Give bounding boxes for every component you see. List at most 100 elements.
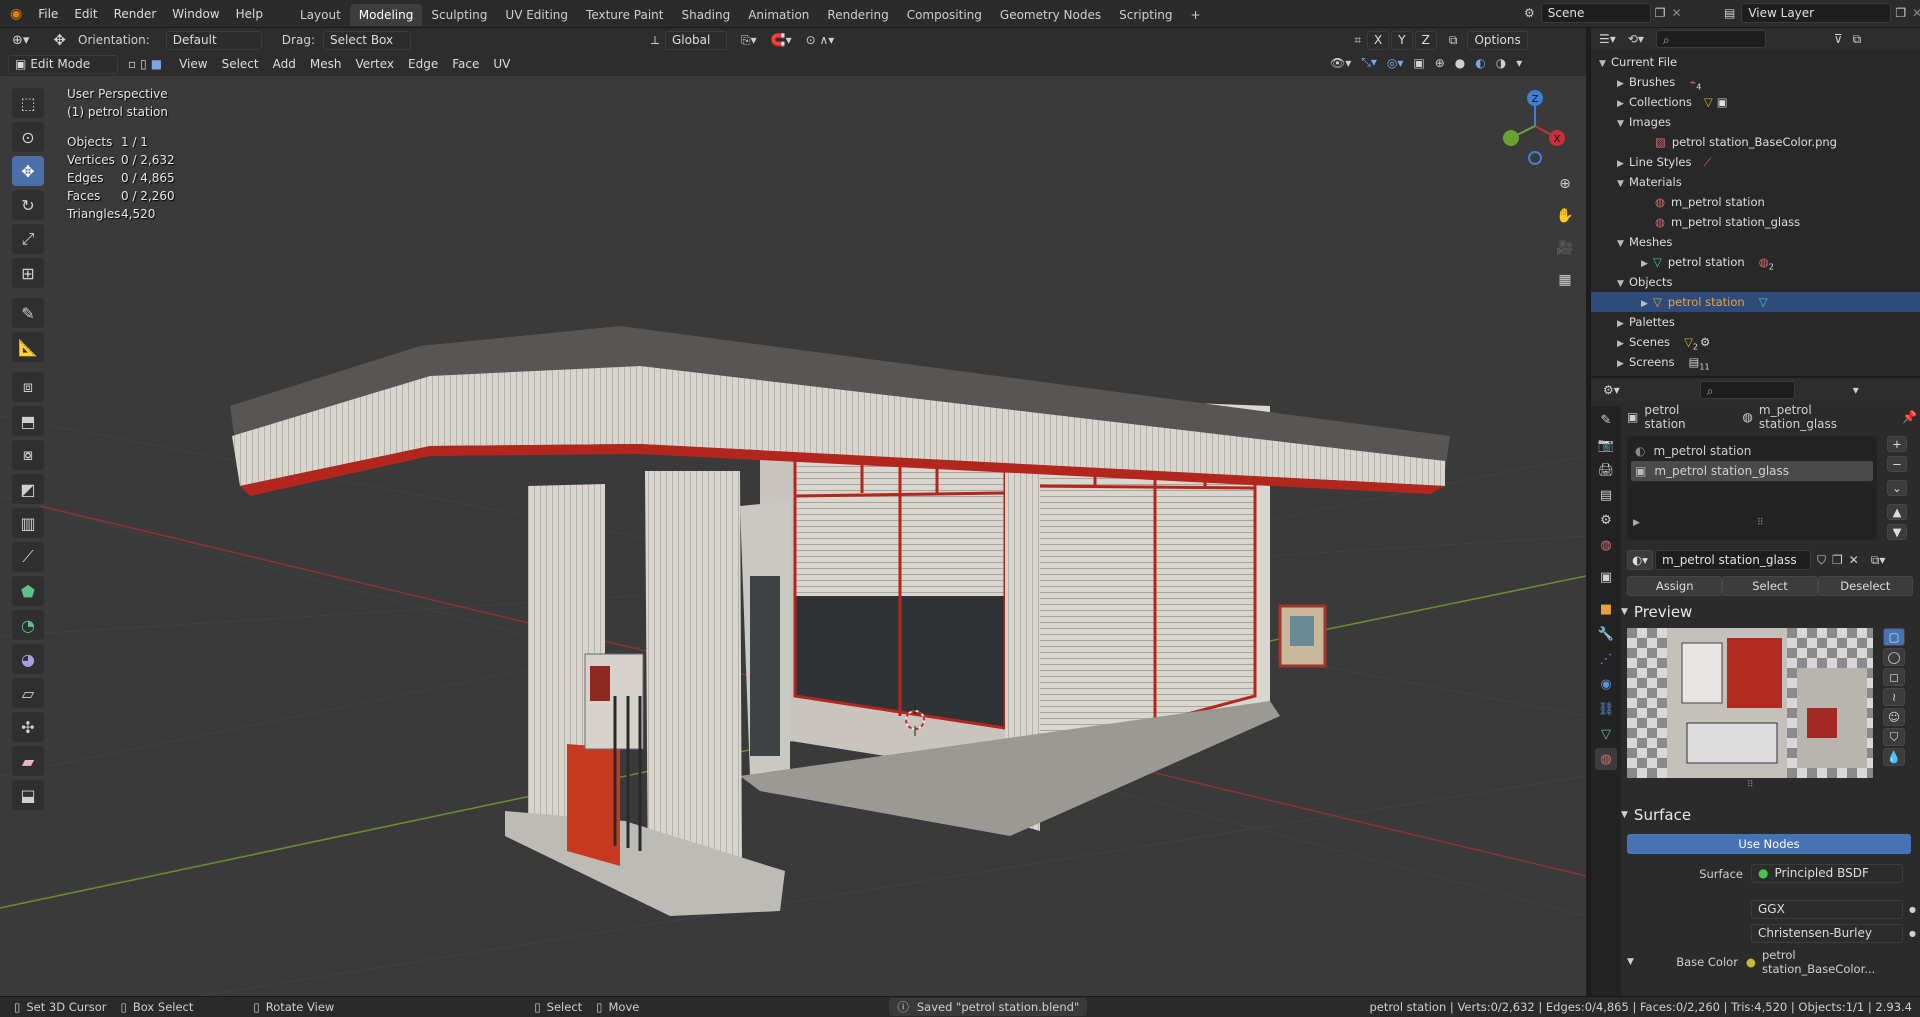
distribution-dropdown[interactable]: GGX xyxy=(1751,900,1903,919)
rotate-tool-icon[interactable]: ↻ xyxy=(12,190,44,220)
expand-right-icon[interactable]: ▶ xyxy=(1641,254,1653,274)
expand-down-icon[interactable]: ▼ xyxy=(1599,54,1611,74)
outliner-row-object-selected[interactable]: ▶ ▽ petrol station ▽ xyxy=(1591,292,1920,312)
expand-down-icon[interactable]: ▼ xyxy=(1627,957,1634,967)
add-workspace-button[interactable]: + xyxy=(1182,4,1210,26)
viewport-scene[interactable] xyxy=(0,76,1586,996)
deselect-button[interactable]: Deselect xyxy=(1817,576,1913,596)
slot-menu-icon[interactable]: ⌄ xyxy=(1887,480,1907,496)
tab-geometry-nodes[interactable]: Geometry Nodes xyxy=(991,4,1110,26)
tab-animation[interactable]: Animation xyxy=(739,4,818,26)
outliner-row-line-styles[interactable]: ▶ Line Styles ⟋ xyxy=(1599,152,1920,172)
menu-uv[interactable]: UV xyxy=(486,57,517,71)
outliner-row-material[interactable]: ◍ m_petrol station_glass xyxy=(1599,212,1920,232)
move-up-icon[interactable]: ▲ xyxy=(1887,504,1907,520)
preview-cube-icon[interactable]: ◻ xyxy=(1883,668,1905,686)
menu-edge[interactable]: Edge xyxy=(401,57,445,71)
mode-dropdown[interactable]: ▣ Edit Mode xyxy=(8,54,118,74)
expand-right-icon[interactable]: ▶ xyxy=(1617,354,1629,374)
axis-x-toggle[interactable]: X xyxy=(1367,30,1390,50)
expand-right-icon[interactable]: ▶ xyxy=(1641,294,1653,314)
edge-select-mode-icon[interactable]: ▯ xyxy=(140,57,147,71)
shading-material-icon[interactable]: ◐ xyxy=(1475,56,1485,70)
pan-hand-icon[interactable]: ✋ xyxy=(1552,203,1578,229)
expand-right-icon[interactable]: ▶ xyxy=(1617,334,1629,354)
cursor-tool-icon[interactable]: ⊙ xyxy=(12,122,44,152)
menu-vertex[interactable]: Vertex xyxy=(348,57,401,71)
move-down-icon[interactable]: ▼ xyxy=(1887,524,1907,540)
tab-rendering[interactable]: Rendering xyxy=(818,4,897,26)
surface-shader-field[interactable]: ● Principled BSDF xyxy=(1751,864,1903,883)
use-nodes-button[interactable]: Use Nodes xyxy=(1627,834,1911,854)
modifier-tab-icon[interactable]: 🔧 xyxy=(1595,623,1617,645)
transform-tool-icon[interactable]: ⊞ xyxy=(12,258,44,288)
perspective-grid-icon[interactable]: ▦ xyxy=(1552,267,1578,293)
xray-toggle-icon[interactable]: ▣ xyxy=(1413,56,1424,70)
view-layer-icon[interactable]: ▤ xyxy=(1724,6,1735,20)
node-tree-icon[interactable]: ⧉▾ xyxy=(1871,553,1886,568)
expand-right-icon[interactable]: ▶ xyxy=(1617,314,1629,334)
menu-select[interactable]: Select xyxy=(215,57,266,71)
face-select-mode-icon[interactable]: ■ xyxy=(151,57,162,71)
transform-affect-icon[interactable]: ⌗ xyxy=(1354,33,1361,48)
outliner-row-mesh[interactable]: ▶ ▽ petrol station ◍2 xyxy=(1599,252,1920,272)
preview-cloth-icon[interactable]: ⛉ xyxy=(1883,728,1905,746)
tool-tab-icon[interactable]: ✎ xyxy=(1595,409,1617,431)
pivot-icon[interactable]: ⎘▾ xyxy=(741,33,757,48)
drag-dropdown[interactable]: Select Box xyxy=(322,30,411,50)
menu-edit[interactable]: Edit xyxy=(66,0,105,28)
outliner-row-images[interactable]: ▼ Images xyxy=(1599,112,1920,132)
material-slot[interactable]: ◐ m_petrol station xyxy=(1631,441,1873,461)
outliner-row-meshes[interactable]: ▼ Meshes xyxy=(1599,232,1920,252)
menu-render[interactable]: Render xyxy=(106,0,165,28)
inset-tool-icon[interactable]: ⧇ xyxy=(12,440,44,470)
outliner-row-material[interactable]: ◍ m_petrol station xyxy=(1599,192,1920,212)
material-tab-icon[interactable]: ◍ xyxy=(1595,748,1617,770)
remove-slot-icon[interactable]: − xyxy=(1887,456,1907,472)
annotate-tool-icon[interactable]: ✎ xyxy=(12,298,44,328)
expand-down-icon[interactable]: ▼ xyxy=(1617,274,1629,294)
display-mode-icon[interactable]: ⟲▾ xyxy=(1628,32,1644,46)
properties-editor-icon[interactable]: ⚙▾ xyxy=(1603,383,1620,397)
pin-icon[interactable]: 📌 xyxy=(1902,410,1917,424)
duplicate-material-icon[interactable]: ❐ xyxy=(1832,553,1843,567)
subsurface-dropdown[interactable]: Christensen-Burley xyxy=(1751,924,1903,943)
outliner-row-collections[interactable]: ▶ Collections ▽ ▣ xyxy=(1599,92,1920,112)
shear-tool-icon[interactable]: ▰ xyxy=(12,746,44,776)
tab-compositing[interactable]: Compositing xyxy=(898,4,991,26)
poly-build-tool-icon[interactable]: ⬟ xyxy=(12,576,44,606)
collapse-icon[interactable]: ▾ xyxy=(1853,383,1859,397)
loop-cut-tool-icon[interactable]: ▥ xyxy=(12,508,44,538)
scene-tab-icon[interactable]: ⚙ xyxy=(1595,509,1617,531)
extrude-tool-icon[interactable]: ⬒ xyxy=(12,406,44,436)
tab-scripting[interactable]: Scripting xyxy=(1110,4,1181,26)
data-tab-icon[interactable]: ▽ xyxy=(1595,723,1617,745)
menu-window[interactable]: Window xyxy=(164,0,227,28)
select-button[interactable]: Select xyxy=(1722,576,1818,596)
gizmo-y-axis[interactable] xyxy=(1503,130,1519,146)
tab-uv-editing[interactable]: UV Editing xyxy=(496,4,577,26)
menu-file[interactable]: File xyxy=(30,0,66,28)
camera-icon[interactable]: 🎥 xyxy=(1552,235,1578,261)
transform-orientation-dropdown[interactable]: Global xyxy=(665,30,727,50)
proportional-edit-icon[interactable]: ⊙ ∧▾ xyxy=(806,33,835,47)
expand-right-icon[interactable]: ▶ xyxy=(1617,154,1629,174)
preview-section-header[interactable]: ▼ Preview xyxy=(1621,603,1692,621)
scene-close-icon[interactable]: ✕ xyxy=(1672,6,1682,20)
expand-down-icon[interactable]: ▼ xyxy=(1617,114,1629,134)
axis-z-toggle[interactable]: Z xyxy=(1414,30,1437,50)
view-layer-copy-icon[interactable]: ❐ xyxy=(1895,6,1906,20)
view-layer-close-icon[interactable]: ✕ xyxy=(1912,6,1920,20)
menu-mesh[interactable]: Mesh xyxy=(303,57,349,71)
expand-list-icon[interactable]: ▶ xyxy=(1633,518,1640,528)
expand-down-icon[interactable]: ▼ xyxy=(1617,174,1629,194)
outliner-row-image-file[interactable]: ▨ petrol station_BaseColor.png xyxy=(1599,132,1920,152)
properties-search-input[interactable]: ⌕ xyxy=(1699,381,1795,399)
shading-solid-icon[interactable]: ● xyxy=(1455,56,1465,70)
3d-viewport[interactable]: User Perspective (1) petrol station Obje… xyxy=(0,76,1586,996)
preview-hair-icon[interactable]: ≀ xyxy=(1883,688,1905,706)
constraints-tab-icon[interactable]: ⛓ xyxy=(1595,698,1617,720)
outliner-row-objects[interactable]: ▼ Objects xyxy=(1599,272,1920,292)
spin-tool-icon[interactable]: ◔ xyxy=(12,610,44,640)
expand-right-icon[interactable]: ▶ xyxy=(1617,74,1629,94)
